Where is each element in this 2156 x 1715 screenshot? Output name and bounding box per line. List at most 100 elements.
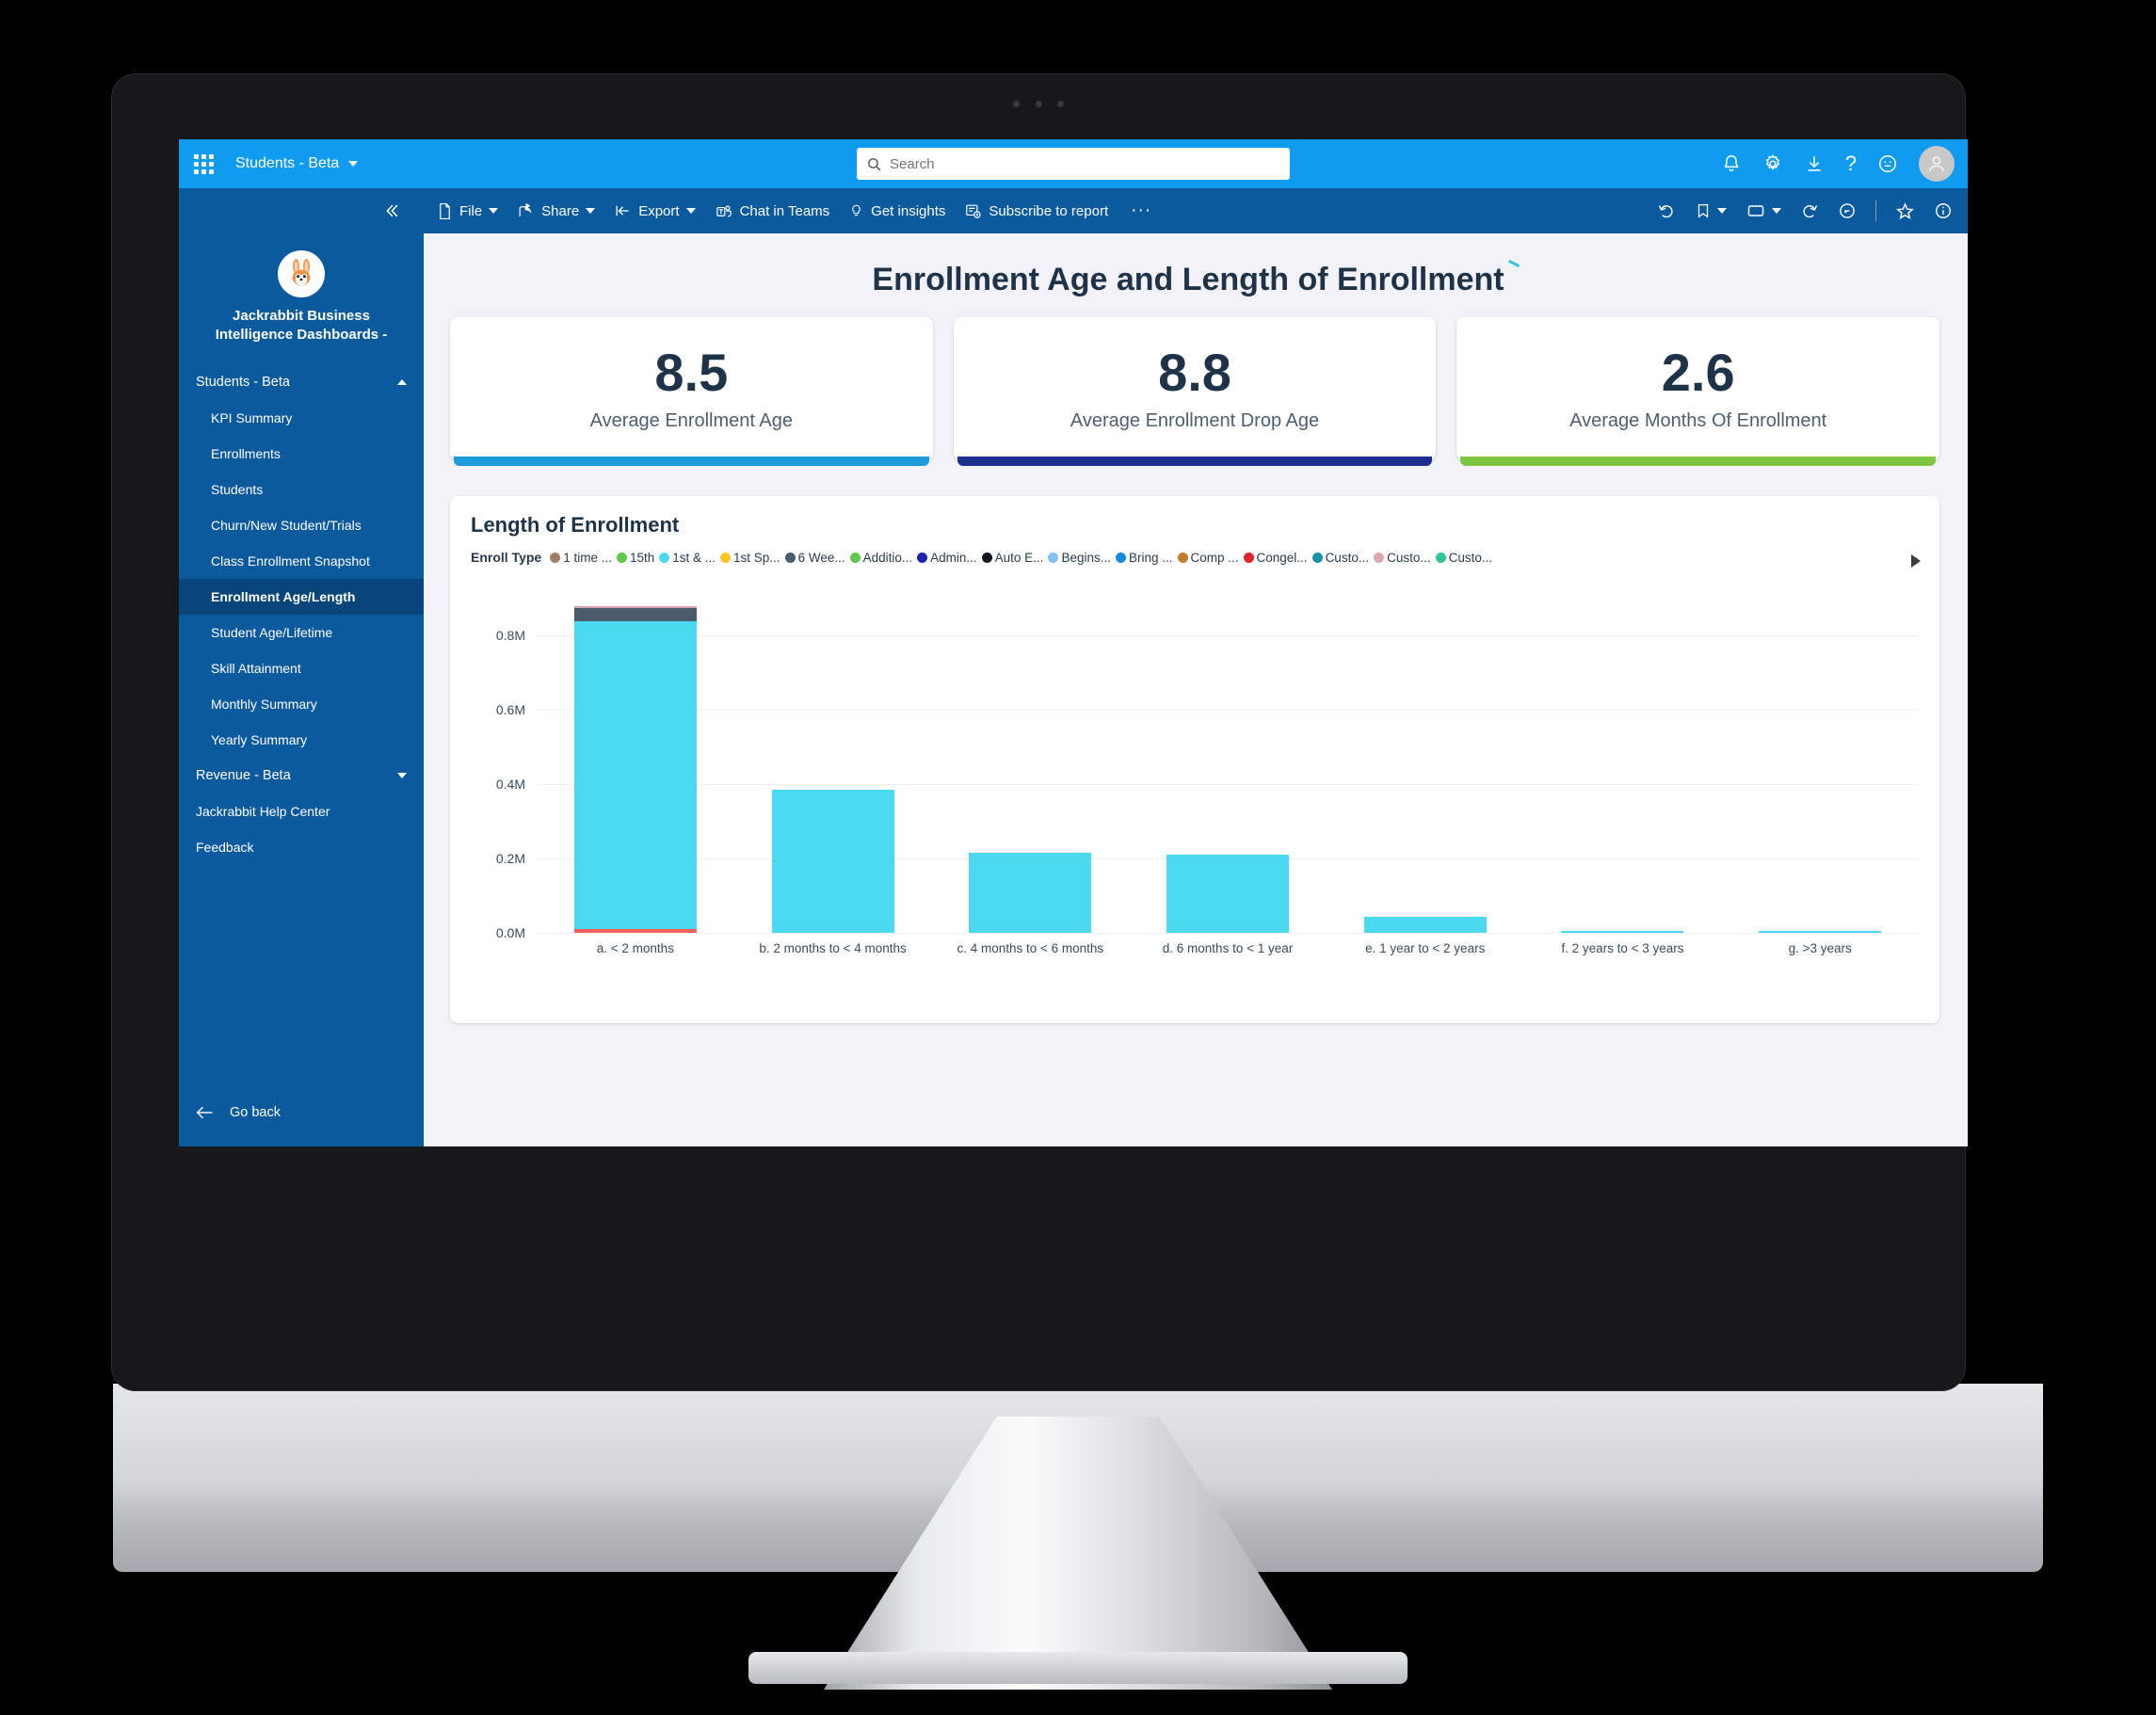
sidebar-item-enrollment-age-length[interactable]: Enrollment Age/Length: [179, 579, 424, 615]
legend-item[interactable]: Admin...: [917, 551, 977, 565]
toolbar-subscribe-button[interactable]: Subscribe to report: [964, 202, 1108, 220]
bar[interactable]: [574, 606, 697, 933]
sidebar-item-student-age-lifetime[interactable]: Student Age/Lifetime: [179, 615, 424, 650]
legend-color-dot: [982, 553, 992, 563]
toolbar-overflow-label: ···: [1131, 200, 1151, 221]
legend-item[interactable]: 6 Wee...: [785, 551, 845, 565]
legend-item[interactable]: Additio...: [850, 551, 913, 565]
legend-next-arrow-icon[interactable]: [1911, 554, 1921, 568]
legend-color-dot: [917, 553, 927, 563]
question-mark-icon[interactable]: ?: [1845, 153, 1857, 174]
legend-item[interactable]: 15th: [617, 551, 654, 565]
report-canvas: Enrollment Age and Length of Enrollment …: [424, 233, 1968, 1146]
toolbar-overflow-button[interactable]: ···: [1127, 200, 1151, 221]
waffle-grid-icon[interactable]: [179, 154, 228, 174]
legend-item[interactable]: Custo...: [1436, 551, 1493, 565]
sidebar-group-students-beta[interactable]: Students - Beta: [179, 364, 424, 400]
sidebar-item-yearly-summary[interactable]: Yearly Summary: [179, 722, 424, 758]
toolbar-share-button[interactable]: Share: [517, 202, 595, 220]
refresh-icon[interactable]: [1800, 201, 1819, 220]
arrow-left-icon: [196, 1105, 215, 1120]
legend-item[interactable]: Bring ...: [1116, 551, 1173, 565]
bar[interactable]: [1364, 917, 1487, 933]
smiley-icon[interactable]: [1877, 153, 1898, 174]
toolbar-export-button[interactable]: Export: [614, 202, 695, 219]
download-icon[interactable]: [1804, 153, 1825, 174]
x-axis-tick-label: f. 2 years to < 3 years: [1524, 940, 1722, 957]
search-box[interactable]: [857, 148, 1290, 180]
legend-item[interactable]: Congel...: [1244, 551, 1308, 565]
jackrabbit-logo: [278, 250, 325, 297]
x-axis-tick-label: a. < 2 months: [537, 940, 734, 957]
bar[interactable]: [772, 790, 894, 933]
sidebar-item-enrollments[interactable]: Enrollments: [179, 436, 424, 472]
screen: Students - Beta: [179, 139, 1968, 1146]
bar[interactable]: [1759, 931, 1881, 933]
legend-color-dot: [550, 553, 560, 563]
bar[interactable]: [1166, 855, 1289, 933]
sidebar-item-class-enrollment-snapshot[interactable]: Class Enrollment Snapshot: [179, 543, 424, 579]
go-back-button[interactable]: Go back: [179, 1096, 424, 1130]
workspace-title[interactable]: Students - Beta: [235, 155, 358, 172]
favorite-star-icon[interactable]: [1895, 201, 1915, 221]
info-icon[interactable]: [1934, 201, 1953, 220]
legend-item[interactable]: Comp ...: [1178, 551, 1239, 565]
bar-slot: [1327, 598, 1524, 933]
toolbar-right-actions: [1657, 200, 1953, 221]
chevron-down-icon: [586, 208, 595, 214]
kpi-label: Average Months Of Enrollment: [1569, 410, 1826, 432]
toolbar-file-button[interactable]: File: [437, 202, 498, 220]
sidebar-item-churn-new-student-trials[interactable]: Churn/New Student/Trials: [179, 507, 424, 543]
comment-icon[interactable]: [1838, 201, 1857, 220]
legend-item[interactable]: Auto E...: [982, 551, 1044, 565]
collapse-nav-button[interactable]: [179, 201, 424, 220]
sidebar-item-feedback[interactable]: Feedback: [179, 829, 424, 865]
sidebar-item-monthly-summary[interactable]: Monthly Summary: [179, 686, 424, 722]
legend-item[interactable]: 1st & ...: [659, 551, 716, 565]
bar-segment: [1561, 931, 1683, 933]
kpi-accent-bar: [454, 457, 929, 466]
bar-segment: [574, 621, 697, 930]
chevron-down-icon[interactable]: [1717, 208, 1727, 214]
legend-color-dot: [1436, 553, 1446, 563]
x-axis-tick-label: g. >3 years: [1721, 940, 1919, 957]
sidebar-item-jackrabbit-help-center[interactable]: Jackrabbit Help Center: [179, 793, 424, 829]
kpi-card-average-enrollment-drop-age[interactable]: 8.8 Average Enrollment Drop Age: [954, 317, 1437, 460]
legend-item[interactable]: 1st Sp...: [720, 551, 780, 565]
toolbar-export-label: Export: [638, 203, 679, 219]
view-icon[interactable]: [1746, 201, 1766, 220]
avatar[interactable]: [1919, 146, 1955, 182]
sidebar-item-skill-attainment[interactable]: Skill Attainment: [179, 650, 424, 686]
legend-item[interactable]: Begins...: [1048, 551, 1111, 565]
y-axis-tick-label: 0.2M: [496, 851, 525, 866]
legend-item-label: Begins...: [1061, 551, 1111, 565]
legend-item[interactable]: Custo...: [1312, 551, 1370, 565]
legend-item[interactable]: 1 time ...: [550, 551, 612, 565]
legend-item-label: 1st Sp...: [733, 551, 780, 565]
legend-item[interactable]: Custo...: [1374, 551, 1431, 565]
legend-item-label: Comp ...: [1191, 551, 1239, 565]
search-input[interactable]: [890, 156, 1280, 172]
chart-card-length-of-enrollment[interactable]: Length of Enrollment Enroll Type 1 time …: [450, 496, 1939, 1023]
y-axis-tick-label: 0.6M: [496, 702, 525, 717]
kpi-card-average-months-of-enrollment[interactable]: 2.6 Average Months Of Enrollment: [1456, 317, 1939, 460]
bookmark-icon[interactable]: [1695, 201, 1712, 220]
sidebar-group-revenue-beta[interactable]: Revenue - Beta: [179, 758, 424, 793]
bar[interactable]: [969, 853, 1091, 933]
kpi-card-average-enrollment-age[interactable]: 8.5 Average Enrollment Age: [450, 317, 933, 460]
export-icon: [614, 202, 632, 219]
sidebar-item-kpi-summary[interactable]: KPI Summary: [179, 400, 424, 436]
bar[interactable]: [1561, 931, 1683, 933]
bell-icon[interactable]: [1721, 153, 1742, 174]
x-axis-tick-label: e. 1 year to < 2 years: [1327, 940, 1524, 957]
gear-icon[interactable]: [1762, 153, 1783, 174]
bar-slot: [1721, 598, 1919, 933]
sidebar-item-students[interactable]: Students: [179, 472, 424, 507]
bar-slot: [931, 598, 1129, 933]
reset-icon[interactable]: [1657, 201, 1676, 220]
legend-item-label: 1 time ...: [563, 551, 612, 565]
file-icon: [437, 202, 453, 220]
toolbar-chat-in-teams-button[interactable]: Chat in Teams: [715, 202, 830, 220]
toolbar-get-insights-button[interactable]: Get insights: [848, 202, 945, 220]
chevron-down-icon[interactable]: [1772, 208, 1781, 214]
